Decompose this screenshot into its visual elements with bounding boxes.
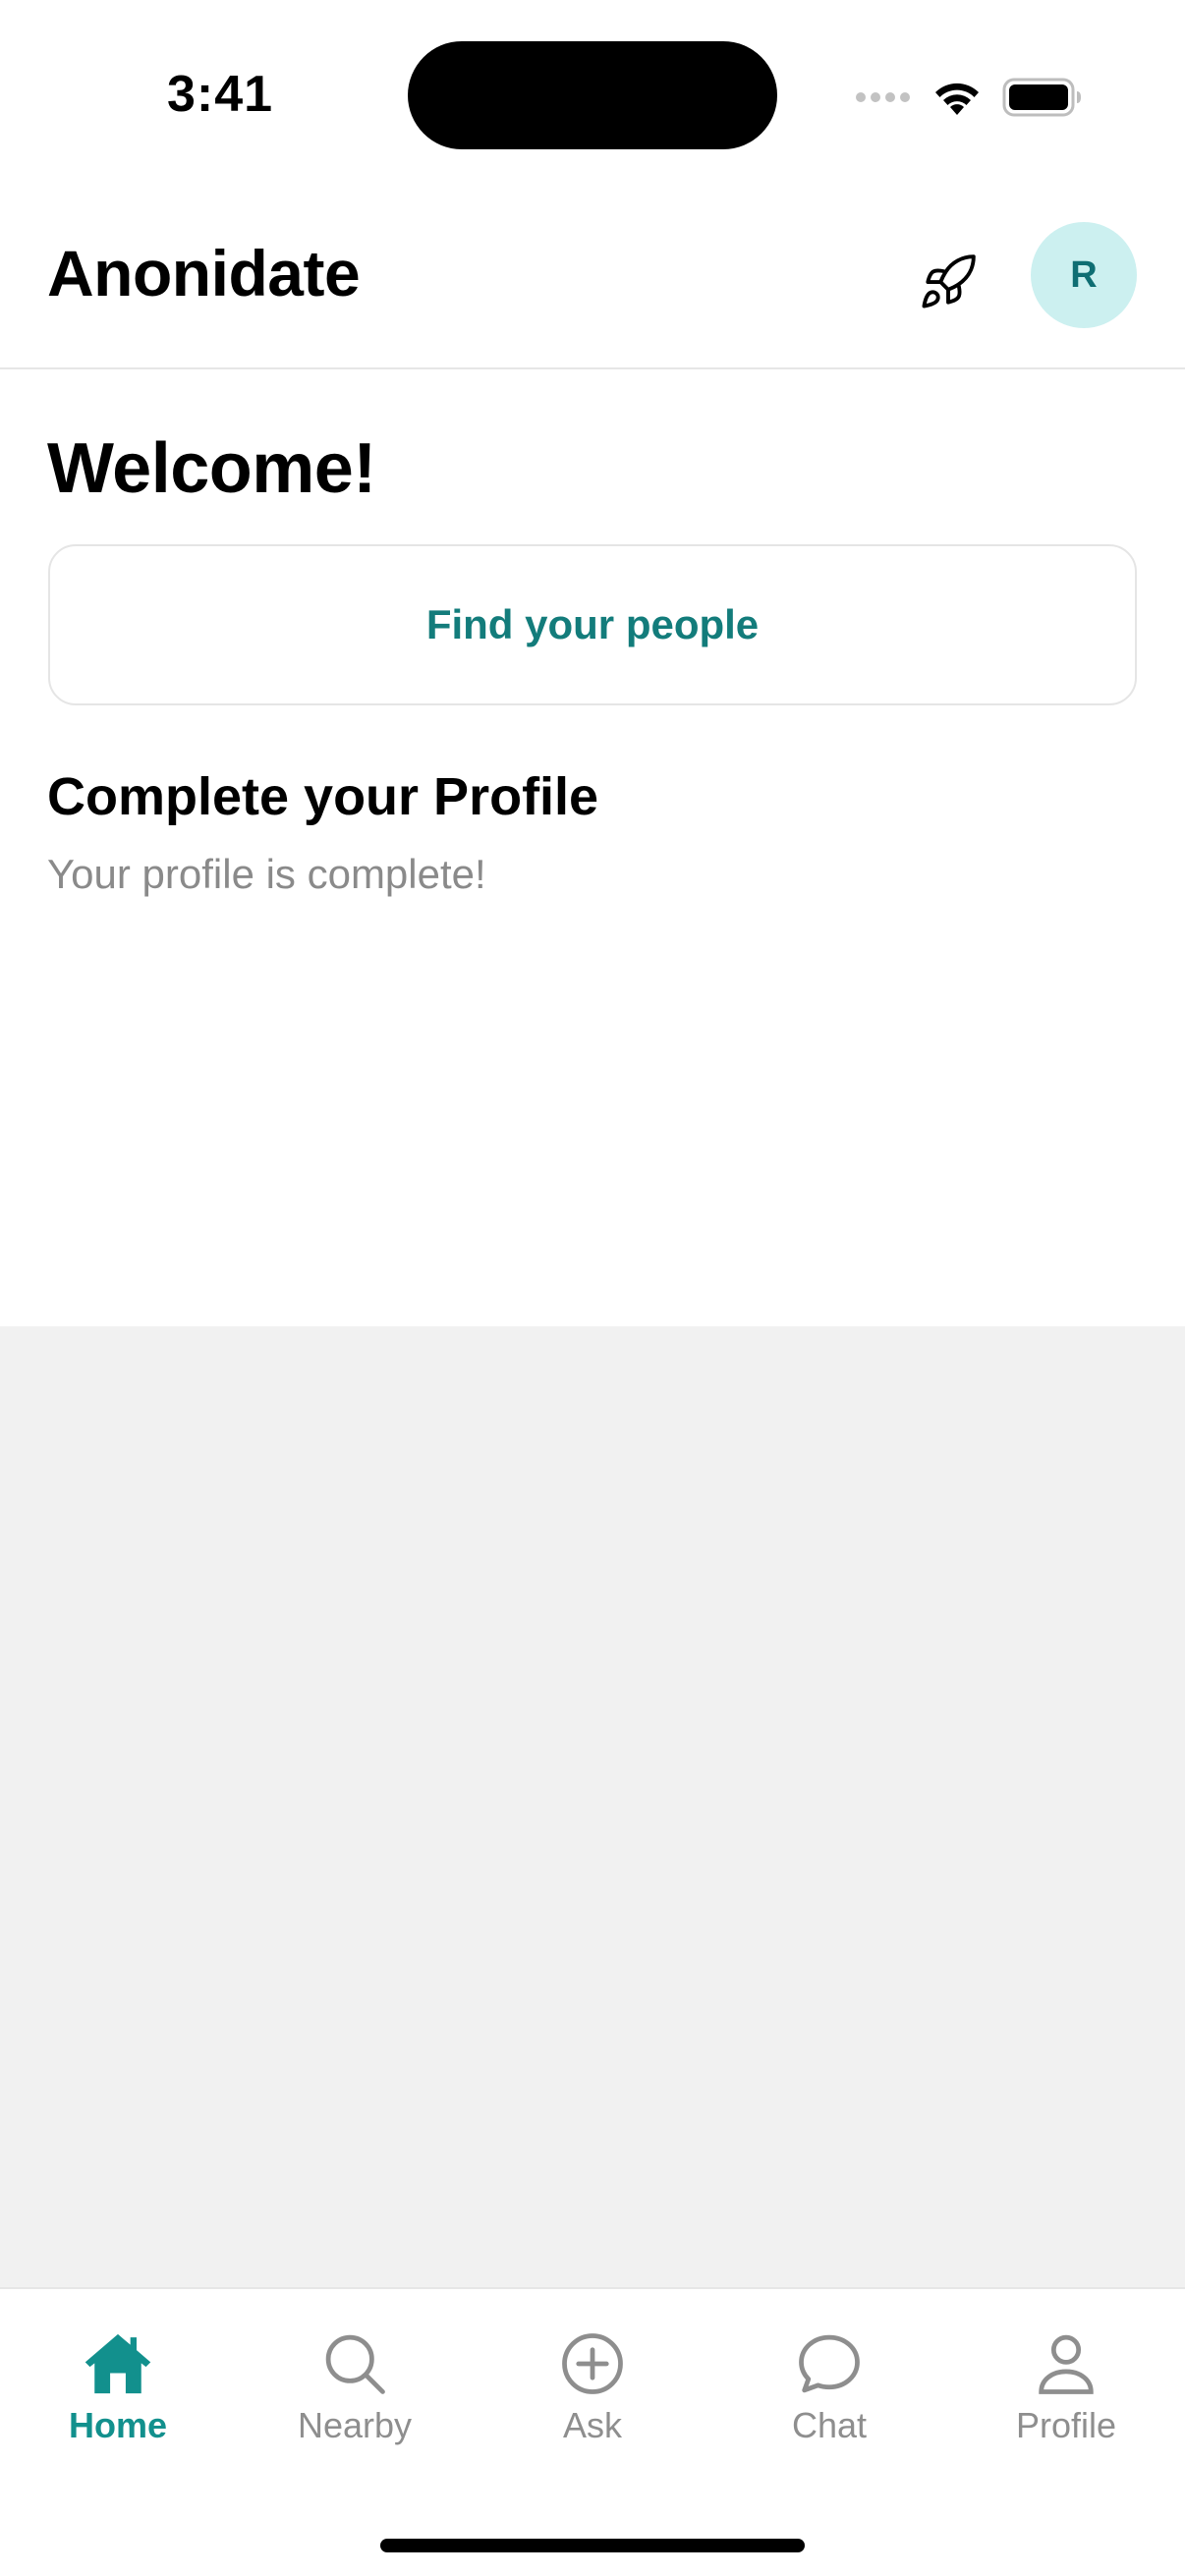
- tab-nearby-label: Nearby: [297, 2405, 413, 2445]
- home-content: Welcome! Find your people Complete your …: [0, 371, 1185, 1326]
- welcome-title: Welcome!: [47, 429, 376, 508]
- status-bar: 3:41: [0, 0, 1185, 187]
- avatar[interactable]: R: [1031, 222, 1137, 328]
- status-time: 3:41: [167, 66, 274, 123]
- tab-bar: Home Nearby Ask Chat Profile: [0, 2287, 1185, 2576]
- tab-home[interactable]: Home: [20, 2326, 216, 2464]
- empty-background-area: [0, 1326, 1185, 2289]
- tab-profile[interactable]: Profile: [968, 2326, 1164, 2464]
- home-icon: [85, 2333, 151, 2394]
- tab-ask[interactable]: Ask: [494, 2326, 691, 2464]
- home-indicator[interactable]: [380, 2539, 805, 2552]
- battery-icon: [1002, 78, 1081, 117]
- profile-section-title: Complete your Profile: [47, 767, 599, 826]
- rocket-button[interactable]: [914, 248, 983, 316]
- rocket-icon: [922, 254, 976, 308]
- app-title: Anonidate: [47, 237, 361, 309]
- profile-status-text: Your profile is complete!: [47, 851, 486, 897]
- tab-nearby[interactable]: Nearby: [256, 2326, 453, 2464]
- chat-bubble-icon: [799, 2334, 860, 2393]
- person-icon: [1039, 2334, 1094, 2394]
- find-people-button[interactable]: Find your people: [48, 544, 1137, 705]
- tab-profile-label: Profile: [1015, 2405, 1117, 2445]
- search-icon: [325, 2334, 385, 2394]
- plus-circle-icon: [562, 2333, 623, 2394]
- tab-chat-label: Chat: [791, 2405, 868, 2445]
- cellular-signal-icon: [856, 92, 910, 102]
- tab-ask-label: Ask: [562, 2405, 622, 2445]
- app-header: Anonidate R: [0, 187, 1185, 369]
- wifi-icon: [935, 83, 979, 115]
- tab-home-label: Home: [68, 2405, 168, 2445]
- app-screen: 3:41 Anonidate R Welcome! Find your peop…: [0, 0, 1185, 2576]
- dynamic-island: [408, 41, 777, 149]
- tab-chat[interactable]: Chat: [731, 2326, 928, 2464]
- status-icons: [856, 73, 1083, 122]
